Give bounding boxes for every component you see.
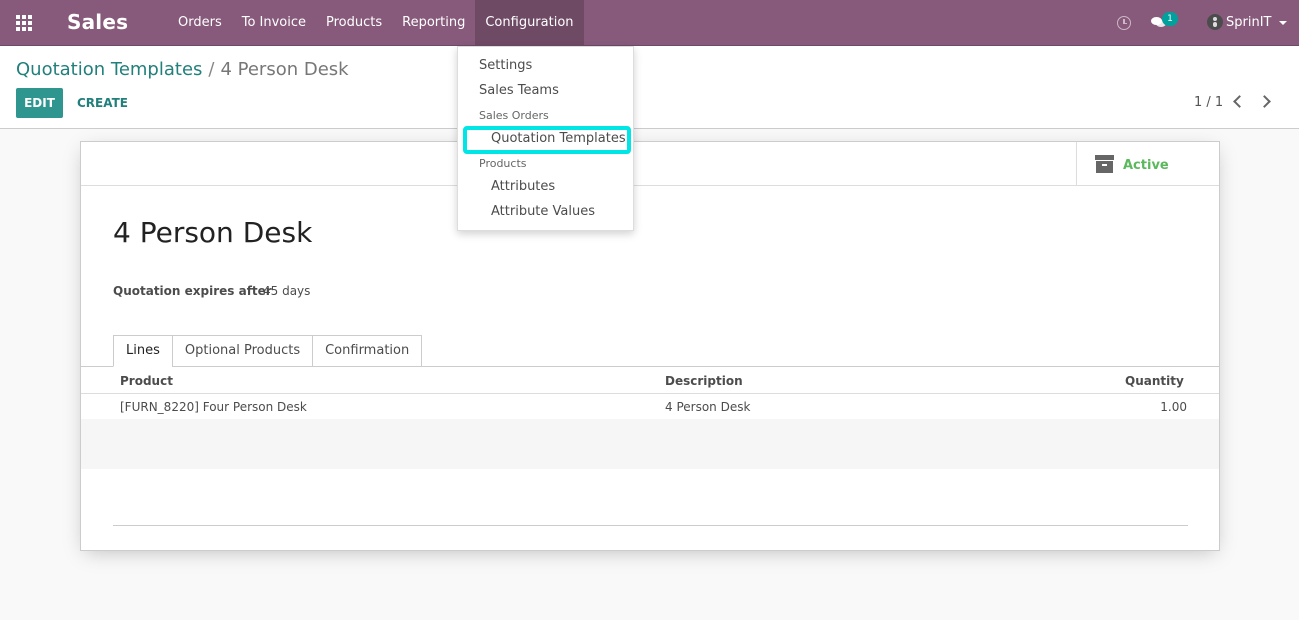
main-menu: Orders To Invoice Products Reporting Con…: [168, 0, 584, 46]
breadcrumb-current: 4 Person Desk: [220, 59, 349, 80]
cell-description: 4 Person Desk: [665, 400, 751, 414]
activity-clock-icon[interactable]: [1117, 16, 1131, 30]
breadcrumb: Quotation Templates /4 Person Desk: [16, 59, 349, 80]
tab-lines[interactable]: Lines: [113, 335, 173, 367]
tab-optional-products[interactable]: Optional Products: [171, 335, 314, 367]
dropdown-item-attributes[interactable]: Attributes: [491, 179, 555, 194]
caret-down-icon[interactable]: [1279, 21, 1287, 25]
user-avatar-icon[interactable]: [1207, 14, 1223, 30]
breadcrumb-separator: /: [208, 59, 215, 80]
breadcrumb-parent-link[interactable]: Quotation Templates: [16, 59, 202, 80]
menu-configuration[interactable]: Configuration: [475, 0, 584, 46]
archive-icon: [1095, 155, 1114, 173]
active-status-label: Active: [1123, 158, 1169, 173]
record-title: 4 Person Desk: [113, 216, 313, 249]
empty-table-row: [81, 444, 1219, 469]
dropdown-item-attribute-values[interactable]: Attribute Values: [491, 204, 595, 219]
dropdown-header-products: Products: [479, 157, 527, 170]
lines-table-header: Product Description Quantity: [81, 367, 1219, 394]
user-menu-name[interactable]: SprinIT: [1226, 15, 1271, 30]
form-bottom-divider: [113, 525, 1188, 526]
column-header-description[interactable]: Description: [665, 374, 743, 388]
pager-previous-icon[interactable]: [1233, 95, 1246, 108]
active-toggle-button[interactable]: Active: [1076, 142, 1219, 186]
tab-confirmation[interactable]: Confirmation: [312, 335, 423, 367]
form-sheet: Active 4 Person Desk Quotation expires a…: [80, 141, 1220, 551]
dropdown-item-sales-teams[interactable]: Sales Teams: [479, 83, 559, 98]
form-statusbar: Active: [81, 142, 1219, 186]
configuration-dropdown-menu: Settings Sales Teams Sales Orders Quotat…: [457, 46, 634, 231]
control-panel: Quotation Templates /4 Person Desk EDIT C…: [0, 46, 1299, 129]
menu-to-invoice[interactable]: To Invoice: [232, 0, 316, 46]
column-header-product[interactable]: Product: [120, 374, 173, 388]
pager-value[interactable]: 1 / 1: [1194, 95, 1223, 110]
notebook-tabs: Lines Optional Products Confirmation: [113, 335, 423, 367]
empty-table-row: [81, 419, 1219, 444]
dropdown-item-settings[interactable]: Settings: [479, 58, 532, 73]
table-row[interactable]: [FURN_8220] Four Person Desk 4 Person De…: [81, 394, 1219, 419]
message-count-badge: 1: [1162, 12, 1178, 26]
apps-grid-icon[interactable]: [16, 15, 34, 31]
pager-next-icon[interactable]: [1258, 95, 1271, 108]
app-name[interactable]: Sales: [67, 10, 128, 34]
edit-button[interactable]: EDIT: [16, 88, 63, 118]
top-navbar: Sales Orders To Invoice Products Reporti…: [0, 0, 1299, 46]
menu-orders[interactable]: Orders: [168, 0, 232, 46]
validity-field-value: 45 days: [263, 284, 311, 298]
create-button[interactable]: CREATE: [77, 88, 128, 118]
dropdown-header-sales-orders: Sales Orders: [479, 109, 549, 122]
cell-quantity: 1.00: [1160, 400, 1187, 414]
dropdown-item-quotation-templates[interactable]: Quotation Templates: [491, 131, 626, 146]
menu-products[interactable]: Products: [316, 0, 392, 46]
cell-product: [FURN_8220] Four Person Desk: [120, 400, 307, 414]
validity-field-label: Quotation expires after: [113, 284, 272, 298]
column-header-quantity[interactable]: Quantity: [1125, 374, 1184, 388]
menu-reporting[interactable]: Reporting: [392, 0, 475, 46]
